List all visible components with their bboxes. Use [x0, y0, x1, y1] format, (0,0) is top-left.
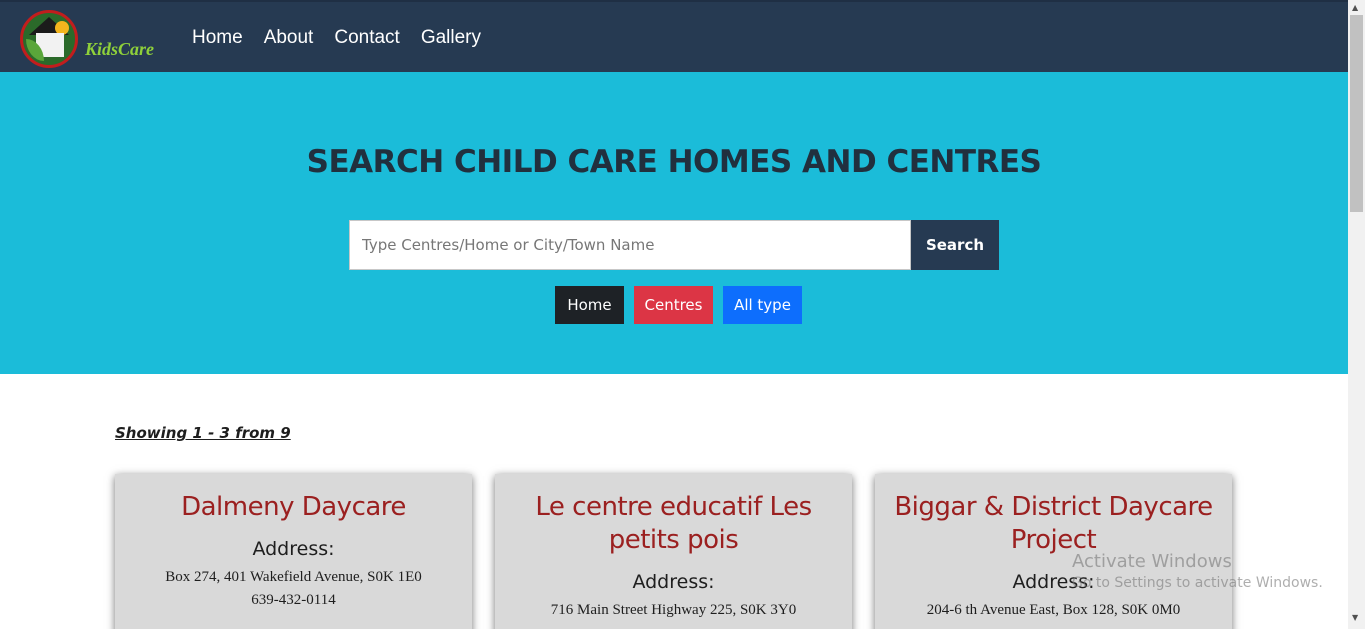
address-text: Box 274, 401 Wakefield Avenue, S0K 1E0 — [165, 569, 422, 585]
result-card[interactable]: Le centre educatif Les petits pois Addre… — [495, 474, 852, 629]
activation-watermark-subtitle: Go to Settings to activate Windows. — [1072, 575, 1323, 591]
result-card[interactable]: Dalmeny Daycare Address: Box 274, 401 Wa… — [115, 474, 472, 629]
filter-centres-button[interactable]: Centres — [634, 286, 713, 324]
card-title[interactable]: Dalmeny Daycare — [115, 491, 472, 524]
address-label: Address: — [632, 571, 715, 593]
address-text: 204-6 th Avenue East, Box 128, S0K 0M0 — [926, 602, 1181, 618]
search-input[interactable] — [349, 220, 911, 270]
results-count: Showing 1 - 3 from 9 — [115, 424, 291, 442]
brand-name[interactable]: KidsCare — [85, 39, 154, 60]
filter-home-button[interactable]: Home — [555, 286, 624, 324]
nav-link-gallery[interactable]: Gallery — [421, 27, 481, 49]
nav-link-home[interactable]: Home — [192, 27, 243, 49]
card-title[interactable]: Le centre educatif Les petits pois — [495, 491, 852, 557]
activation-watermark-title: Activate Windows — [1072, 551, 1232, 572]
nav-links: Home About Contact Gallery — [192, 27, 502, 49]
scrollbar-thumb[interactable] — [1350, 15, 1363, 212]
scroll-up-arrow-icon[interactable]: ▲ — [1352, 3, 1358, 12]
page-title: SEARCH CHILD CARE HOMES AND CENTRES — [306, 144, 1042, 180]
address-label: Address: — [252, 538, 335, 560]
nav-link-contact[interactable]: Contact — [334, 27, 399, 49]
search-button[interactable]: Search — [911, 220, 999, 270]
nav-link-about[interactable]: About — [264, 27, 314, 49]
scroll-down-arrow-icon[interactable]: ▼ — [1352, 613, 1358, 622]
kidscare-logo-icon[interactable] — [20, 10, 78, 68]
phone-text: 639-432-0114 — [251, 592, 336, 608]
address-text: 716 Main Street Highway 225, S0K 3Y0 — [550, 602, 797, 618]
search-hero: SEARCH CHILD CARE HOMES AND CENTRES Sear… — [0, 72, 1348, 374]
navbar: KidsCare Home About Contact Gallery — [0, 0, 1348, 72]
card-title[interactable]: Biggar & District Daycare Project — [875, 491, 1232, 557]
filter-all-type-button[interactable]: All type — [723, 286, 802, 324]
